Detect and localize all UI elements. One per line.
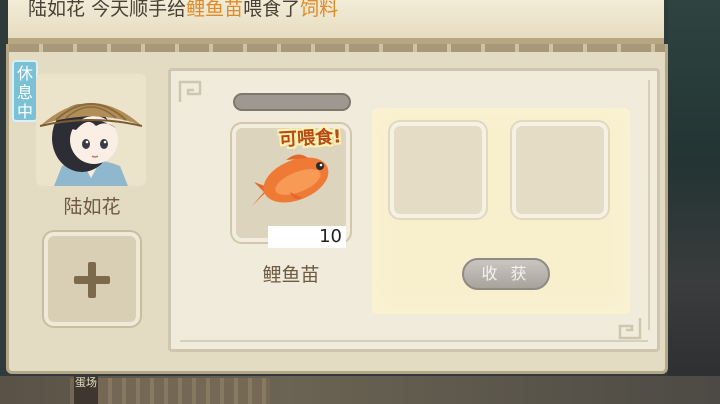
background-scene-right — [668, 0, 720, 404]
building-sign: 蛋场 — [74, 376, 98, 404]
panel-trim — [9, 44, 665, 52]
avatar-portrait — [39, 103, 143, 186]
worker-name: 陆如花 — [63, 196, 121, 218]
item-title-bar — [233, 93, 351, 111]
harvest-slot[interactable] — [512, 122, 608, 218]
message-name: 陆如花 — [28, 0, 86, 20]
message-action2: 喂食了 — [243, 0, 301, 20]
carp-fry-icon — [252, 154, 329, 206]
message-text: 陆如花 今天顺手给鲤鱼苗喂食了饲料 — [28, 0, 338, 21]
frame-divider — [180, 340, 648, 342]
message-item: 鲤鱼苗 — [186, 0, 244, 20]
corner-ornament-icon — [618, 318, 642, 340]
message-action: 今天顺手给 — [91, 0, 187, 20]
item-name: 鲤鱼苗 — [262, 264, 320, 286]
feedable-tag: 可喂食! — [278, 126, 342, 151]
worker-avatar[interactable] — [36, 74, 146, 186]
background-building — [70, 378, 270, 404]
item-count: 10 — [268, 226, 346, 248]
message-object: 饲料 — [300, 0, 339, 20]
message-bar: 陆如花 今天顺手给鲤鱼苗喂食了饲料 — [8, 0, 664, 44]
harvest-slot[interactable] — [390, 122, 486, 218]
status-badge: 休息中 — [12, 60, 38, 122]
corner-ornament-icon — [178, 80, 202, 102]
plus-icon — [74, 262, 110, 298]
add-worker-button[interactable] — [44, 232, 140, 326]
harvest-button[interactable]: 收 获 — [462, 258, 550, 290]
frame-divider-vertical — [648, 80, 650, 330]
